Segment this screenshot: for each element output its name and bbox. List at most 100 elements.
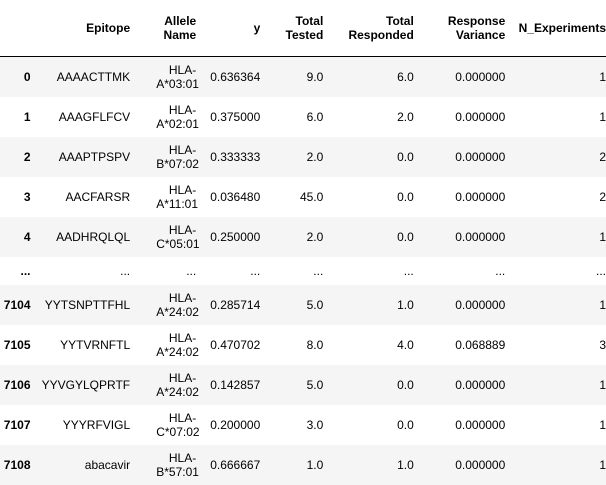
dataframe-table: Epitope Allele Name y Total Tested Total… bbox=[0, 0, 606, 485]
cell-n-experiments: 3 bbox=[599, 337, 606, 352]
cell-total-responded: 0.0 bbox=[397, 417, 414, 432]
cell-total-tested: 8.0 bbox=[306, 337, 324, 352]
header-row: Epitope Allele Name y Total Tested Total… bbox=[0, 0, 606, 57]
table-body: 0 AAAACTTMK HLA-A*03:01 0.636364 9.0 6.0 0.000… bbox=[0, 56, 606, 485]
cell-n-experiments: 1 bbox=[599, 229, 606, 244]
cell-response-variance: 0.000000 bbox=[455, 149, 506, 164]
table-row: 7106 YYVGYLQPRTF HLA-A*24:02 0.142857 5.0 0.0… bbox=[0, 364, 606, 405]
cell-y: 0.333333 bbox=[210, 149, 261, 164]
cell-response-variance: 0.000000 bbox=[455, 69, 506, 84]
header-total-responded: Total Responded bbox=[323, 0, 414, 57]
cell-total-responded: 6.0 bbox=[397, 69, 414, 84]
row-index: ... bbox=[20, 263, 31, 278]
cell-epitope: YYVGYLQPRTF bbox=[41, 377, 131, 392]
cell-allele-name: HLA-A*11:01 bbox=[130, 177, 199, 217]
cell-y: 0.375000 bbox=[210, 109, 261, 124]
header-total-tested: Total Tested bbox=[260, 0, 324, 57]
cell-y: 0.250000 bbox=[210, 229, 261, 244]
cell-total-responded: 0.0 bbox=[397, 189, 414, 204]
cell-response-variance: 0.000000 bbox=[455, 297, 506, 312]
cell-epitope: ... bbox=[120, 263, 131, 278]
table-row: 0 AAAACTTMK HLA-A*03:01 0.636364 9.0 6.0 0.000… bbox=[0, 56, 606, 97]
cell-response-variance: 0.000000 bbox=[455, 109, 506, 124]
cell-epitope: YYTVRNFTL bbox=[60, 337, 131, 352]
cell-total-responded: 4.0 bbox=[397, 337, 414, 352]
cell-y: 0.036480 bbox=[210, 189, 261, 204]
cell-total-responded: 0.0 bbox=[397, 377, 414, 392]
cell-epitope: AAAPTPSPV bbox=[58, 149, 131, 164]
allele-name-text: HLA-A*11:01 bbox=[156, 182, 199, 211]
cell-total-tested: 2.0 bbox=[306, 229, 324, 244]
cell-total-responded: 0.0 bbox=[397, 229, 414, 244]
table-row: 7108 abacavir HLA-B*57:01 0.666667 1.0 1.0 0.0… bbox=[0, 444, 606, 485]
cell-total-tested: 9.0 bbox=[306, 69, 324, 84]
cell-epitope: AADHRQLQL bbox=[56, 229, 131, 244]
cell-epitope: AAAGFLFCV bbox=[58, 109, 131, 124]
cell-epitope: abacavir bbox=[84, 457, 131, 472]
row-index: 3 bbox=[23, 189, 31, 204]
cell-epitope: AACFARSR bbox=[65, 189, 131, 204]
cell-total-tested: 3.0 bbox=[306, 417, 324, 432]
allele-name-text: HLA-A*24:02 bbox=[156, 370, 199, 399]
cell-n-experiments: 1 bbox=[599, 109, 606, 124]
cell-total-tested: 6.0 bbox=[306, 109, 324, 124]
cell-epitope: YYTSNPTTFHL bbox=[44, 297, 131, 312]
cell-n-experiments: 1 bbox=[599, 457, 606, 472]
cell-allele-name: HLA-B*07:02 bbox=[130, 137, 199, 177]
row-index: 1 bbox=[23, 109, 31, 124]
cell-allele-name: HLA-B*57:01 bbox=[130, 445, 199, 485]
header-n-experiments: N_Experiments bbox=[505, 0, 606, 57]
table-row: 7105 YYTVRNFTL HLA-A*24:02 0.470702 8.0 4.0 0.… bbox=[0, 324, 606, 365]
cell-response-variance: 0.000000 bbox=[455, 189, 506, 204]
header-epitope: Epitope bbox=[30, 0, 131, 57]
table-row: 7104 YYTSNPTTFHL HLA-A*24:02 0.285714 5.0 1.0… bbox=[0, 284, 606, 325]
cell-n-experiments: 2 bbox=[599, 189, 606, 204]
allele-name-text: HLA-B*07:02 bbox=[156, 142, 199, 171]
cell-y: 0.285714 bbox=[210, 297, 261, 312]
cell-response-variance: 0.000000 bbox=[455, 417, 506, 432]
cell-allele-name: HLA-A*24:02 bbox=[130, 365, 199, 405]
cell-total-responded: 1.0 bbox=[397, 457, 414, 472]
allele-name-text: HLA-B*57:01 bbox=[156, 450, 199, 479]
cell-allele-name: HLA-C*05:01 bbox=[130, 217, 200, 257]
cell-n-experiments: 1 bbox=[599, 377, 606, 392]
table-row: 7107 YYYRFVIGL HLA-C*07:02 0.200000 3.0 0.0 0.… bbox=[0, 404, 606, 445]
header-y: y bbox=[196, 0, 261, 57]
cell-n-experiments: ... bbox=[595, 263, 606, 278]
cell-allele-name: HLA-A*24:02 bbox=[130, 285, 199, 325]
cell-allele-name: HLA-C*07:02 bbox=[130, 405, 199, 445]
table-header: Epitope Allele Name y Total Tested Total… bbox=[0, 0, 606, 57]
cell-response-variance: 0.000000 bbox=[455, 377, 506, 392]
cell-response-variance: 0.000000 bbox=[455, 229, 506, 244]
allele-name-text: HLA-A*02:01 bbox=[156, 102, 199, 131]
cell-allele-name: HLA-A*24:02 bbox=[130, 325, 199, 365]
cell-n-experiments: 1 bbox=[599, 69, 606, 84]
row-index: 7108 bbox=[3, 457, 31, 472]
cell-allele-name: HLA-A*03:01 bbox=[130, 57, 199, 97]
cell-total-responded: ... bbox=[403, 263, 414, 278]
cell-allele-name: HLA-A*02:01 bbox=[130, 97, 199, 137]
cell-total-responded: 0.0 bbox=[397, 149, 414, 164]
table-row: 3 AACFARSR HLA-A*11:01 0.036480 45.0 0.0 0.000… bbox=[0, 176, 606, 217]
cell-response-variance: ... bbox=[495, 263, 506, 278]
cell-total-responded: 2.0 bbox=[397, 109, 414, 124]
allele-name-text: HLA-A*24:02 bbox=[156, 330, 199, 359]
allele-name-text: HLA-C*05:01 bbox=[156, 222, 200, 251]
cell-total-tested: 5.0 bbox=[306, 297, 324, 312]
row-index: 0 bbox=[23, 69, 31, 84]
allele-name-text: HLA-A*24:02 bbox=[156, 290, 199, 319]
cell-epitope: AAAACTTMK bbox=[56, 69, 131, 84]
table-row: 2 AAAPTPSPV HLA-B*07:02 0.333333 2.0 0.0 0.000… bbox=[0, 136, 606, 177]
row-index: 7105 bbox=[3, 337, 31, 352]
cell-total-tested: 45.0 bbox=[299, 189, 324, 204]
cell-y: 0.142857 bbox=[210, 377, 261, 392]
table-row: 4 AADHRQLQL HLA-C*05:01 0.250000 2.0 0.0 0.000… bbox=[0, 216, 606, 257]
cell-response-variance: 0.000000 bbox=[455, 457, 506, 472]
cell-y: 0.666667 bbox=[210, 457, 261, 472]
cell-epitope: YYYRFVIGL bbox=[62, 417, 131, 432]
table-row: 1 AAAGFLFCV HLA-A*02:01 0.375000 6.0 2.0 0.000… bbox=[0, 96, 606, 137]
allele-name-text: HLA-A*03:01 bbox=[156, 62, 199, 91]
header-response-variance: Response Variance bbox=[413, 0, 506, 57]
cell-total-tested: 2.0 bbox=[306, 149, 324, 164]
table-row: ........................ bbox=[0, 256, 606, 285]
